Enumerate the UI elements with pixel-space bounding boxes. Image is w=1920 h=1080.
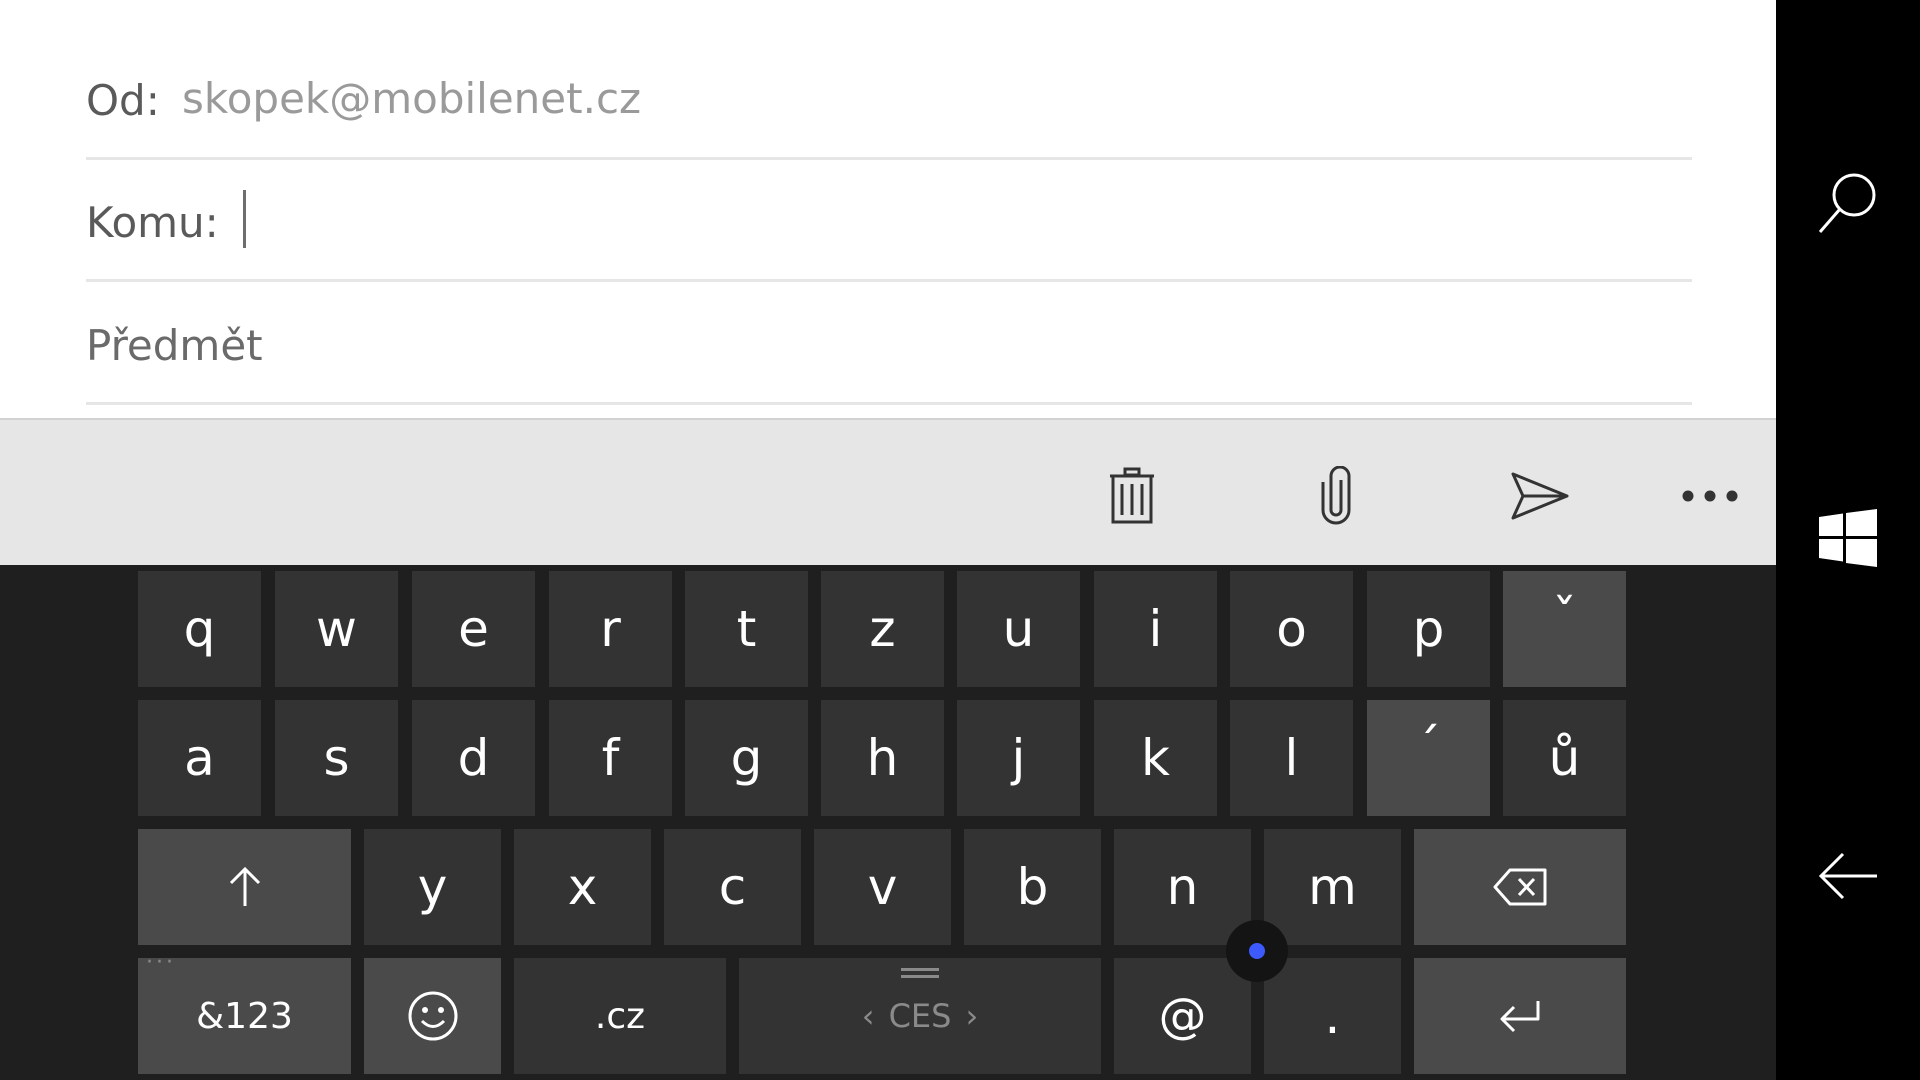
more-icon: [1682, 490, 1738, 502]
text-caret: [243, 190, 246, 248]
drag-handle[interactable]: [901, 968, 939, 978]
period-key[interactable]: .: [1264, 958, 1401, 1074]
back-button[interactable]: [1776, 816, 1920, 936]
cursor-dot-icon: [1249, 943, 1265, 959]
key-b[interactable]: b: [964, 829, 1101, 945]
key-l[interactable]: l: [1230, 700, 1353, 816]
key-u[interactable]: u: [957, 571, 1080, 687]
key-h[interactable]: h: [821, 700, 944, 816]
domain-key[interactable]: .cz: [514, 958, 726, 1074]
send-button[interactable]: [1500, 456, 1580, 536]
attach-button[interactable]: [1296, 456, 1376, 536]
key-acute[interactable]: ´: [1367, 700, 1490, 816]
key-c[interactable]: c: [664, 829, 801, 945]
spacebar[interactable]: ‹ CES ›: [739, 958, 1101, 1074]
key-q[interactable]: q: [138, 571, 261, 687]
key-t[interactable]: t: [685, 571, 808, 687]
key-d[interactable]: d: [412, 700, 535, 816]
key-r[interactable]: r: [549, 571, 672, 687]
key-o[interactable]: o: [1230, 571, 1353, 687]
key-s[interactable]: s: [275, 700, 398, 816]
command-bar: [0, 418, 1776, 565]
key-y[interactable]: y: [364, 829, 501, 945]
navigation-bar: [1776, 0, 1920, 1080]
key-u-ring[interactable]: ů: [1503, 700, 1626, 816]
key-j[interactable]: j: [957, 700, 1080, 816]
language-next-chevron-icon: ›: [965, 997, 979, 1035]
key-f[interactable]: f: [549, 700, 672, 816]
key-a[interactable]: a: [138, 700, 261, 816]
symbols-key[interactable]: ··· &123: [138, 950, 351, 1074]
from-field: Od: skopek@mobilenet.cz: [86, 38, 1692, 160]
subject-field[interactable]: Předmět: [86, 283, 1692, 405]
key-e[interactable]: e: [412, 571, 535, 687]
key-i[interactable]: i: [1094, 571, 1217, 687]
language-label: CES: [888, 997, 952, 1035]
key-options-dots: ···: [146, 950, 176, 975]
key-m[interactable]: m: [1264, 829, 1401, 945]
key-n[interactable]: n: [1114, 829, 1251, 945]
on-screen-keyboard: q w e r t z u i o p ˇ a s d f g h j k l …: [0, 565, 1776, 1080]
shift-arrow-icon: [229, 866, 260, 906]
emoji-icon: [408, 991, 457, 1041]
shift-key[interactable]: [138, 829, 351, 945]
compose-form: Od: skopek@mobilenet.cz Komu: Předmět: [0, 0, 1776, 418]
subject-input[interactable]: Předmět: [86, 321, 263, 370]
paperclip-icon: [1321, 466, 1351, 525]
key-w[interactable]: w: [275, 571, 398, 687]
search-button[interactable]: [1776, 143, 1920, 263]
key-p[interactable]: p: [1367, 571, 1490, 687]
trash-icon: [1110, 467, 1154, 524]
key-g[interactable]: g: [685, 700, 808, 816]
enter-key[interactable]: [1414, 958, 1626, 1074]
backspace-icon: [1493, 868, 1547, 906]
at-key[interactable]: @: [1114, 958, 1251, 1074]
back-arrow-icon: [1818, 852, 1877, 900]
more-button[interactable]: [1670, 456, 1750, 536]
key-x[interactable]: x: [514, 829, 651, 945]
from-label: Od:: [86, 76, 160, 125]
key-z[interactable]: z: [821, 571, 944, 687]
to-field[interactable]: Komu:: [86, 160, 1692, 282]
windows-logo-icon: [1819, 509, 1877, 567]
key-v[interactable]: v: [814, 829, 951, 945]
key-caron[interactable]: ˇ: [1503, 571, 1626, 687]
to-label: Komu:: [86, 198, 219, 247]
language-prev-chevron-icon: ‹: [861, 997, 875, 1035]
start-button[interactable]: [1776, 478, 1920, 598]
from-value: skopek@mobilenet.cz: [182, 74, 642, 123]
delete-button[interactable]: [1092, 456, 1172, 536]
enter-icon: [1500, 1001, 1540, 1033]
key-k[interactable]: k: [1094, 700, 1217, 816]
send-icon: [1511, 472, 1569, 520]
search-icon: [1818, 173, 1876, 233]
backspace-key[interactable]: [1414, 829, 1626, 945]
cursor-control-dot[interactable]: [1226, 920, 1288, 982]
emoji-key[interactable]: [364, 958, 501, 1074]
